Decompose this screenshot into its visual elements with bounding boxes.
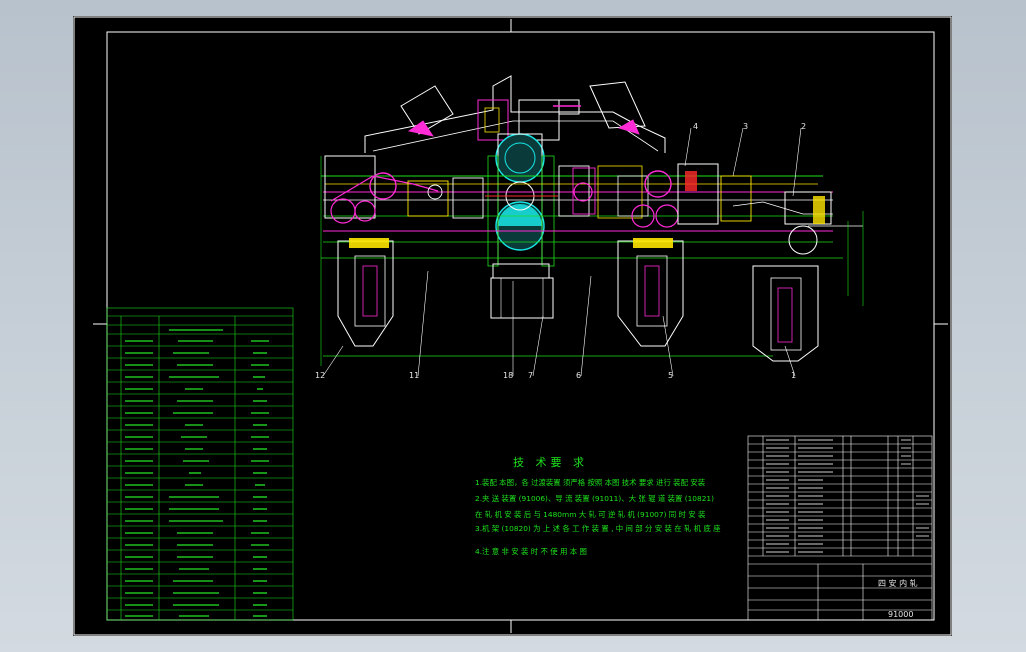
- parameter-table-values: [125, 329, 269, 617]
- tech-requirement-line: 2.夹 送 装置 (91006)、导 流 装置 (91011)、大 张 辊 道 …: [475, 494, 714, 503]
- tech-requirement-line: 3.机 架 (10820) 为 上 述 各 工 作 装 置 , 中 间 部 分 …: [475, 524, 721, 533]
- callout-5: 5: [668, 371, 674, 380]
- callout-1: 1: [791, 371, 797, 380]
- callout-3: 3: [743, 122, 749, 131]
- callout-6: 6: [576, 371, 582, 380]
- callout-12: 12: [315, 371, 326, 380]
- tech-requirements-title: 技 术要 求: [513, 456, 588, 469]
- rolling-mill-assembly: [320, 75, 864, 377]
- cad-drawing-sheet: 12 11 18 7 6 5 1 4 3 2 技 术要 求 1.装配 本图，各 …: [73, 16, 952, 636]
- tech-requirement-line: 在 轧 机 安 装 后 与 1480mm 大 轧 可 逆 轧 机 (91007)…: [475, 510, 706, 519]
- drawing-number: 91000: [888, 610, 914, 619]
- bom-values: [766, 439, 929, 553]
- callout-18: 18: [503, 371, 514, 380]
- cad-drawing: [73, 16, 952, 636]
- callout-4: 4: [693, 122, 699, 131]
- callout-2: 2: [801, 122, 807, 131]
- outer-frame: [73, 16, 952, 636]
- callout-11: 11: [409, 371, 420, 380]
- parameter-table: [106, 307, 294, 621]
- tech-requirement-line: 4.注 意 非 安 装 时 不 使 用 本 图: [475, 547, 587, 556]
- callout-7: 7: [528, 371, 534, 380]
- tech-requirement-line: 1.装配 本图，各 过渡装置 须严格 按照 本图 技术 要求 进行 装配 安装: [475, 478, 706, 487]
- title-block-name: 四 安 内 轧: [878, 579, 918, 588]
